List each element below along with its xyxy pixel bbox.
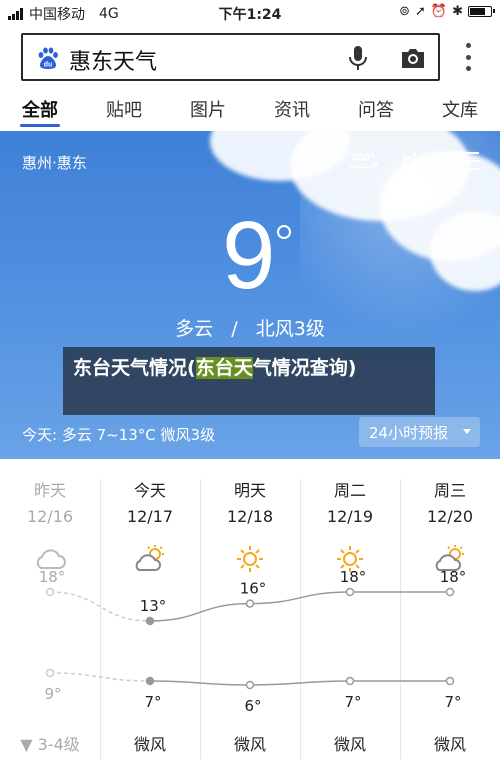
wind-text: 北风3级 — [255, 318, 325, 340]
microphone-icon[interactable] — [346, 45, 370, 71]
bluetooth-icon: ✱ — [452, 4, 463, 19]
low-temp-point — [445, 676, 455, 686]
alarm-icon: ⏰ — [430, 4, 448, 19]
hourly-forecast-button[interactable]: 24小时预报 — [359, 417, 480, 447]
tab-all[interactable]: 全部 — [10, 96, 70, 122]
high-temp-label: 16° — [240, 580, 267, 598]
high-temp-point — [245, 599, 255, 608]
search-input[interactable]: 惠东天气 — [69, 44, 157, 76]
high-temp-point — [345, 587, 355, 597]
more-options-icon[interactable] — [458, 43, 478, 71]
current-temperature: 9 — [222, 202, 275, 309]
rotation-lock-icon: ⊚ — [399, 4, 410, 19]
article-title[interactable]: 东台天气情况(东台天气情况查询) — [73, 355, 425, 381]
location-label: 惠州·惠东 — [22, 154, 87, 172]
low-temp-point — [145, 676, 155, 686]
low-temp-label: 7° — [144, 693, 161, 711]
speaker-icon[interactable] — [401, 149, 429, 173]
hourly-forecast-label: 24小时预报 — [369, 424, 449, 442]
low-temp-point — [245, 680, 255, 690]
tab-images[interactable]: 图片 — [178, 96, 238, 122]
status-bar: 中国移动 4G 下午1:24 ⊚ ➚ ⏰ ✱ — [0, 0, 500, 26]
low-temp-label: 6° — [244, 697, 261, 715]
condition-text: 多云 — [175, 318, 214, 340]
low-temp-line-past — [49, 672, 151, 682]
article-title-overlay[interactable]: 东台天气情况(东台天气情况查询) — [63, 347, 435, 415]
svg-text:du: du — [44, 62, 53, 69]
high-temp-label: 18° — [440, 568, 467, 586]
title-highlight: 东台天 — [195, 357, 253, 379]
tab-qa[interactable]: 问答 — [346, 96, 406, 122]
baidu-paw-icon: du — [38, 47, 58, 69]
tab-wenku[interactable]: 文库 — [430, 96, 490, 122]
dropdown-arrow-icon — [463, 429, 471, 434]
low-temp-label: 7° — [444, 693, 461, 711]
low-temp-label: 9° — [44, 685, 61, 703]
tab-news[interactable]: 资讯 — [262, 96, 322, 122]
daily-forecast: 昨天 12/16 ▼ 3-4级 今天 12/17 微风 明天 12/18 微风 … — [0, 459, 500, 763]
degree-symbol-icon — [277, 225, 291, 239]
search-tabs: 全部 贴吧 图片 资讯 问答 文库 — [0, 88, 500, 128]
high-temp-point — [445, 587, 455, 597]
temperature-graph: 18° 9° 13° 7° 16° 6° 18° 7° 18° 7° — [39, 568, 467, 715]
tab-tieba[interactable]: 贴吧 — [94, 96, 154, 122]
today-summary: 今天: 多云 7~13°C 微风3级 — [22, 426, 216, 444]
current-condition: 多云 / 北风3级 — [0, 314, 500, 341]
high-temp-line-past — [49, 591, 151, 622]
location-icon: ➚ — [415, 4, 426, 19]
high-temp-point — [45, 587, 55, 597]
title-part1: 东台天气情况( — [73, 357, 196, 379]
360-view-icon[interactable]: 360° — [345, 149, 381, 173]
condition-separator: / — [231, 318, 238, 340]
high-temp-point — [145, 616, 155, 626]
active-tab-indicator — [20, 124, 60, 127]
low-temp-point — [45, 668, 55, 678]
high-temp-line — [149, 591, 450, 622]
camera-icon[interactable] — [400, 47, 426, 69]
list-menu-icon[interactable] — [453, 150, 479, 172]
high-temp-label: 18° — [39, 568, 66, 586]
high-temp-label: 18° — [340, 568, 367, 586]
battery-icon — [468, 6, 495, 17]
low-temp-line — [149, 680, 450, 686]
high-temp-label: 13° — [140, 597, 167, 615]
search-box[interactable]: du 惠东天气 — [21, 33, 440, 81]
low-temp-point — [345, 676, 355, 686]
title-part2: 气情况查询) — [252, 357, 357, 379]
badge-360-text: 360° — [352, 152, 375, 164]
low-temp-label: 7° — [344, 693, 361, 711]
